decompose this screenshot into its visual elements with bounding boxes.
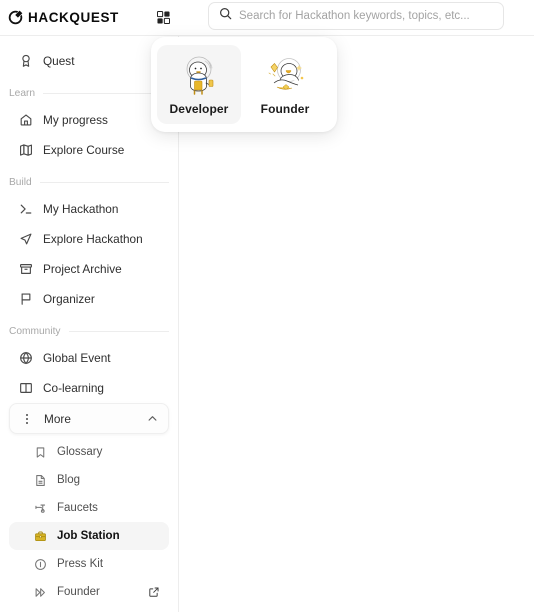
info-circle-icon (33, 557, 47, 571)
section-header-community: Community (9, 323, 169, 339)
vertical-dots-icon (19, 411, 34, 426)
navigation-send-icon (18, 232, 33, 247)
open-book-icon (18, 381, 33, 396)
terminal-icon (18, 202, 33, 217)
section-header-learn-label: Learn (9, 87, 36, 99)
flag-icon (18, 292, 33, 307)
role-label-developer: Developer (169, 101, 229, 116)
sidebar-subitem-job-station[interactable]: Job Station (9, 522, 169, 550)
section-header-community-label: Community (9, 325, 61, 337)
sidebar-item-my-progress[interactable]: My progress (9, 105, 169, 135)
search-icon (219, 7, 232, 25)
sidebar-item-quest[interactable]: Quest (9, 46, 169, 76)
sidebar-subitem-press-kit-label: Press Kit (57, 558, 104, 570)
double-chevron-right-icon (33, 585, 47, 599)
section-header-build: Build (9, 174, 169, 190)
role-card-developer[interactable]: Developer (157, 45, 241, 124)
hackquest-logo-icon (8, 10, 23, 25)
sidebar-item-explore-course-label: Explore Course (43, 143, 125, 157)
section-divider (39, 181, 169, 183)
globe-icon (18, 351, 33, 366)
role-selector-popup: Developer Founder (151, 37, 337, 132)
sidebar-item-organizer-label: Organizer (43, 292, 95, 306)
sidebar-item-co-learning[interactable]: Co-learning (9, 373, 169, 403)
medal-icon (18, 54, 33, 69)
section-divider (68, 330, 169, 332)
map-icon (18, 143, 33, 158)
role-label-founder: Founder (260, 101, 310, 116)
sidebar-item-explore-course[interactable]: Explore Course (9, 135, 169, 165)
logo-text: HACKQUEST (28, 10, 119, 25)
archive-box-icon (18, 262, 33, 277)
sidebar-item-organizer[interactable]: Organizer (9, 284, 169, 314)
faucet-icon (33, 501, 47, 515)
logo[interactable]: HACKQUEST (8, 10, 142, 25)
sidebar-item-explore-hackathon-label: Explore Hackathon (43, 232, 143, 246)
sidebar-item-global-event[interactable]: Global Event (9, 343, 169, 373)
grid-apps-button[interactable] (152, 7, 174, 29)
more-submenu: Glossary Blog Faucets Job Station Press … (0, 438, 178, 606)
sidebar-item-global-event-label: Global Event (43, 351, 111, 365)
sidebar-item-more-label: More (44, 411, 71, 426)
sidebar-subitem-press-kit[interactable]: Press Kit (9, 550, 169, 578)
sidebar-subitem-faucets-label: Faucets (57, 502, 98, 514)
sidebar-item-quest-label: Quest (43, 54, 75, 68)
section-header-learn: Learn (9, 85, 169, 101)
sidebar-item-co-learning-label: Co-learning (43, 381, 104, 395)
sidebar-subitem-faucets[interactable]: Faucets (9, 494, 169, 522)
sidebar-item-my-hackathon-label: My Hackathon (43, 202, 119, 216)
sidebar-subitem-blog-label: Blog (57, 474, 81, 486)
sidebar-item-more[interactable]: More (9, 403, 169, 434)
grid-apps-icon (156, 11, 170, 24)
founder-duck-avatar (260, 54, 310, 100)
sidebar-subitem-blog[interactable]: Blog (9, 466, 169, 494)
sidebar-subitem-founder[interactable]: Founder (9, 578, 169, 606)
search-bar[interactable] (208, 2, 504, 30)
bookmark-icon (33, 445, 47, 459)
sidebar-item-project-archive[interactable]: Project Archive (9, 254, 169, 284)
developer-duck-avatar (174, 54, 224, 100)
sidebar-subitem-job-station-label: Job Station (57, 530, 120, 542)
top-header: HACKQUEST (0, 0, 534, 36)
app-root: HACKQUEST Search for Hackathon keywords,… (0, 0, 534, 612)
sidebar-subitem-glossary-label: Glossary (57, 446, 103, 458)
search-input[interactable] (239, 10, 493, 22)
sidebar-item-explore-hackathon[interactable]: Explore Hackathon (9, 224, 169, 254)
section-header-build-label: Build (9, 176, 32, 188)
chevron-up-icon (146, 412, 159, 425)
role-card-founder[interactable]: Founder (243, 45, 327, 124)
external-link-icon (148, 586, 160, 598)
sidebar-item-my-hackathon[interactable]: My Hackathon (9, 194, 169, 224)
sidebar-item-project-archive-label: Project Archive (43, 262, 122, 276)
document-icon (33, 473, 47, 487)
briefcase-icon (33, 529, 47, 543)
sidebar-subitem-founder-label: Founder (57, 586, 100, 598)
sidebar-subitem-glossary[interactable]: Glossary (9, 438, 169, 466)
sidebar-item-my-progress-label: My progress (43, 113, 108, 127)
home-icon (18, 113, 33, 128)
